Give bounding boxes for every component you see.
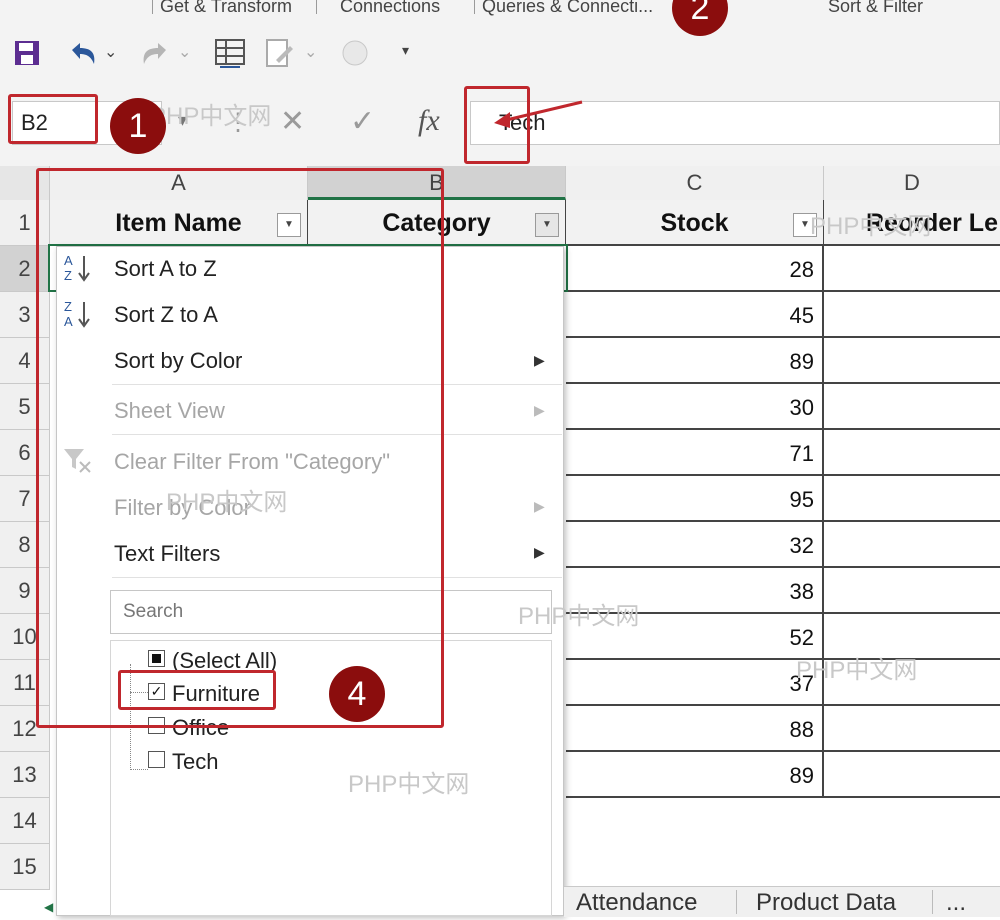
undo-dropdown-icon[interactable]: ⌄	[104, 42, 117, 62]
redo-dropdown-icon[interactable]: ⌄	[178, 42, 191, 62]
column-header-c[interactable]: C	[566, 166, 824, 200]
annotation-box-namebox	[8, 94, 98, 144]
watermark: PHP中文网	[796, 657, 918, 684]
submenu-arrow-icon: ▶	[534, 352, 545, 368]
enter-icon[interactable]: ✓	[350, 104, 375, 139]
row-header[interactable]: 14	[0, 798, 50, 844]
header-stock[interactable]: Stock	[566, 200, 824, 246]
quick-access-toolbar: ⌄ ⌄ ⌄ ▾	[0, 20, 1000, 82]
stock-cell[interactable]: 28	[566, 246, 824, 292]
undo-icon[interactable]	[66, 40, 98, 68]
save-icon[interactable]	[14, 40, 40, 66]
ribbon-separator	[152, 0, 153, 14]
annotation-box-filter-menu	[36, 168, 444, 728]
tree-line	[130, 769, 148, 771]
insert-function-icon[interactable]: fx	[418, 104, 440, 138]
sheet-tab-attendance[interactable]: Attendance	[576, 886, 697, 916]
step-badge-1: 1	[110, 98, 166, 154]
filter-item-label[interactable]: Tech	[172, 749, 218, 775]
reorder-cell[interactable]	[824, 706, 1000, 752]
filter-dropdown-category[interactable]: ▼	[535, 213, 559, 237]
annotation-arrow-icon	[494, 100, 583, 128]
ribbon-group-bar: Get & Transform Connections Queries & Co…	[0, 0, 1000, 21]
stock-cell[interactable]: 71	[566, 430, 824, 476]
stock-cell[interactable]: 30	[566, 384, 824, 430]
watermark: PHP中文网	[810, 213, 932, 240]
watermark: PHP中文网	[150, 103, 272, 130]
ribbon-separator	[316, 0, 317, 14]
scroll-left-icon[interactable]: ◀	[44, 900, 53, 914]
row-header[interactable]: 13	[0, 752, 50, 798]
stock-cell[interactable]: 89	[566, 338, 824, 384]
row-header[interactable]: 15	[0, 844, 50, 890]
stock-cell[interactable]: 89	[566, 752, 824, 798]
reorder-cell[interactable]	[824, 384, 1000, 430]
ribbon-group-queries: Queries & Connecti...	[482, 0, 654, 16]
ribbon-group-connections: Connections	[340, 0, 441, 16]
sheet-tab-more[interactable]: ...	[946, 886, 966, 916]
submenu-arrow-icon: ▶	[534, 498, 545, 514]
reorder-cell[interactable]	[824, 476, 1000, 522]
reorder-cell[interactable]	[824, 246, 1000, 292]
column-header-d[interactable]: D	[824, 166, 1000, 200]
ribbon-group-sort-filter: Sort & Filter	[828, 0, 924, 16]
ribbon-group-get-transform: Get & Transform	[160, 0, 293, 16]
circle-icon[interactable]	[340, 38, 370, 68]
watermark: PHP中文网	[348, 771, 470, 798]
redo-icon[interactable]	[140, 40, 172, 68]
reorder-cell[interactable]	[824, 430, 1000, 476]
customize-toolbar-icon[interactable]: ▾	[402, 42, 409, 59]
sheet-tab-product-data[interactable]: Product Data	[756, 886, 896, 916]
stock-cell[interactable]: 45	[566, 292, 824, 338]
edit-icon[interactable]	[264, 38, 296, 70]
tab-divider	[736, 890, 737, 914]
reorder-cell[interactable]	[824, 292, 1000, 338]
stock-cell[interactable]: 37	[566, 660, 824, 706]
reorder-cell[interactable]	[824, 568, 1000, 614]
annotation-box-furniture	[118, 670, 276, 710]
table-icon[interactable]	[214, 38, 246, 70]
reorder-cell[interactable]	[824, 522, 1000, 568]
stock-cell[interactable]: 32	[566, 522, 824, 568]
reorder-cell[interactable]	[824, 338, 1000, 384]
checkbox-tech[interactable]	[148, 751, 165, 768]
edit-dropdown-icon[interactable]: ⌄	[304, 42, 317, 62]
submenu-arrow-icon: ▶	[534, 402, 545, 418]
tab-divider	[932, 890, 933, 914]
stock-cell[interactable]: 88	[566, 706, 824, 752]
stock-cell[interactable]: 95	[566, 476, 824, 522]
watermark: PHP中文网	[518, 603, 640, 630]
reorder-cell[interactable]	[824, 752, 1000, 798]
submenu-arrow-icon: ▶	[534, 544, 545, 560]
cancel-icon[interactable]: ✕	[280, 104, 305, 139]
ribbon-separator	[474, 0, 475, 14]
step-badge-4: 4	[329, 666, 385, 722]
